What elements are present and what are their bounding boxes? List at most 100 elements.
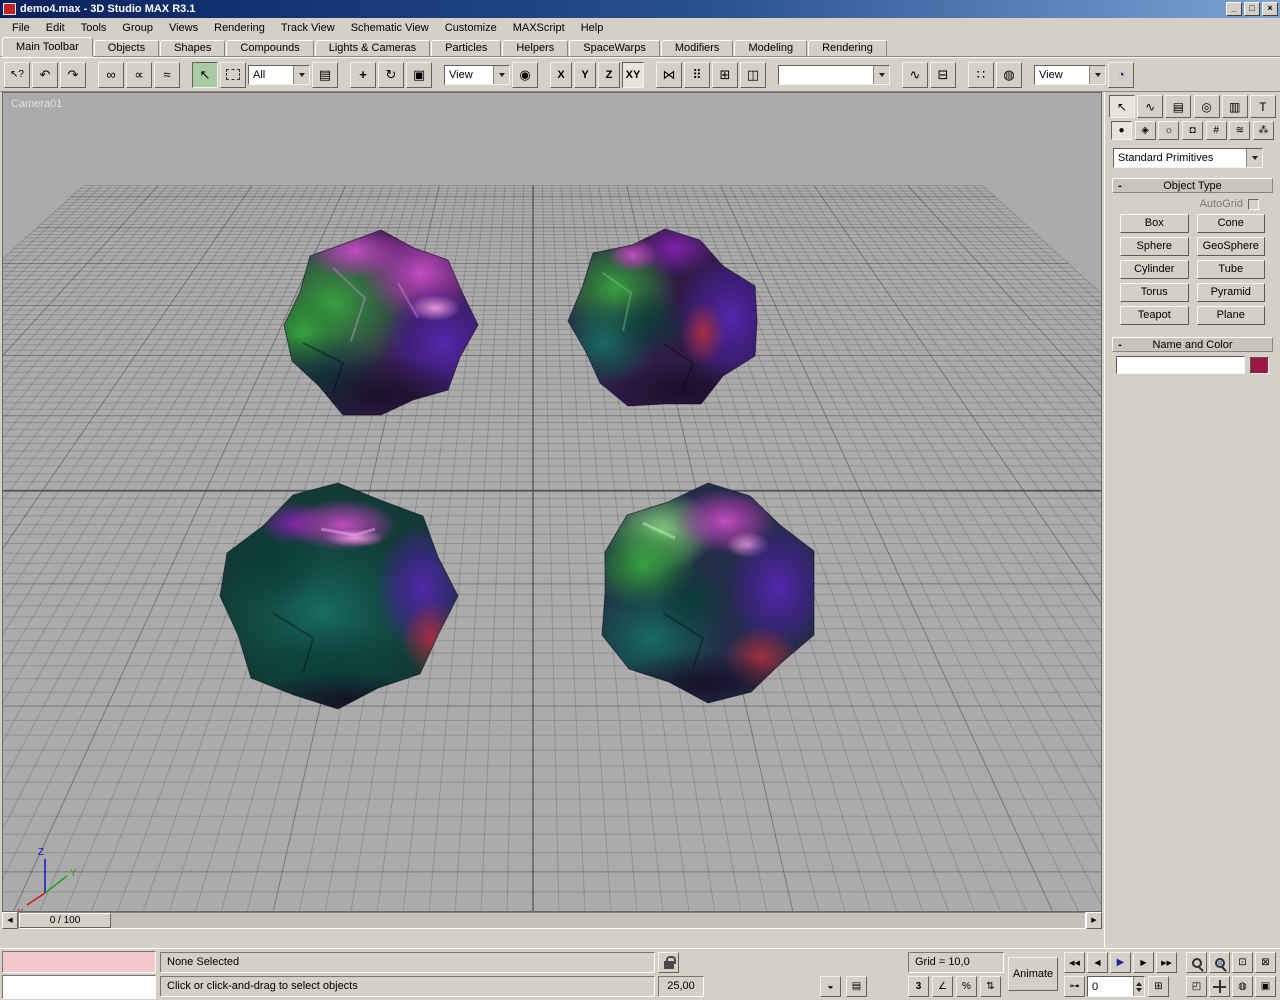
render-type-arrow[interactable]	[1089, 65, 1105, 84]
menu-file[interactable]: File	[4, 19, 38, 37]
create-cone-button[interactable]: Cone	[1196, 214, 1265, 233]
category-helpers-button[interactable]: #	[1205, 121, 1227, 140]
animate-button[interactable]: Animate	[1008, 957, 1058, 991]
go-to-start-button[interactable]: ◀◀	[1064, 952, 1085, 973]
scene-object-rock-4[interactable]	[576, 478, 830, 715]
menu-maxscript[interactable]: MAXScript	[505, 19, 573, 37]
tab-particles[interactable]: Particles	[431, 40, 502, 56]
create-tube-button[interactable]: Tube	[1196, 260, 1265, 279]
zoom-extents-button[interactable]: ⊡	[1232, 952, 1253, 973]
percent-snap-button[interactable]: %	[956, 976, 977, 997]
current-frame-field[interactable]: 0	[1087, 976, 1145, 997]
restrict-x-button[interactable]: X	[550, 61, 572, 88]
tab-motion[interactable]: ◎	[1193, 95, 1220, 118]
region-zoom-button[interactable]: ◰	[1186, 976, 1207, 997]
time-slider-handle[interactable]: 0 / 100	[19, 913, 111, 928]
named-selection-dropdown[interactable]	[778, 64, 890, 85]
render-type-dropdown[interactable]: View	[1034, 64, 1106, 85]
render-last-button[interactable]: ◔	[1108, 61, 1134, 88]
use-pivot-center-button[interactable]: ◉	[512, 61, 538, 88]
coordinate-display-field[interactable]: 25,00	[658, 976, 704, 997]
time-slider-next-button[interactable]: ▶	[1086, 912, 1102, 929]
category-spacewarps-button[interactable]: ≋	[1229, 121, 1251, 140]
restrict-y-button[interactable]: Y	[574, 61, 596, 88]
tab-compounds[interactable]: Compounds	[226, 40, 314, 56]
selection-region-button[interactable]	[220, 61, 246, 88]
time-tags-button[interactable]: ▤	[846, 976, 867, 997]
menu-track-view[interactable]: Track View	[273, 19, 343, 37]
time-configuration-button[interactable]: ⊞	[1148, 976, 1169, 997]
create-cylinder-button[interactable]: Cylinder	[1120, 260, 1189, 279]
named-selection-arrow[interactable]	[873, 65, 889, 84]
menu-schematic-view[interactable]: Schematic View	[343, 19, 437, 37]
zoom-extents-all-button[interactable]: ⊠	[1255, 952, 1276, 973]
category-systems-button[interactable]: ⁂	[1252, 121, 1274, 140]
select-and-link-button[interactable]: ∞	[98, 61, 124, 88]
open-track-view-button[interactable]: ∿	[902, 61, 928, 88]
object-color-swatch[interactable]	[1250, 356, 1269, 374]
tab-lights-cameras[interactable]: Lights & Cameras	[314, 40, 431, 56]
create-sphere-button[interactable]: Sphere	[1120, 237, 1189, 256]
key-mode-button[interactable]: ⊶	[1064, 976, 1085, 997]
frame-spinner[interactable]	[1133, 977, 1144, 996]
viewport-label[interactable]: Camera01	[11, 98, 62, 110]
redo-button[interactable]: ↷	[60, 61, 86, 88]
spinner-snap-button[interactable]: ⇅	[980, 976, 1001, 997]
menu-group[interactable]: Group	[114, 19, 161, 37]
coordinate-system-dropdown[interactable]: View	[444, 64, 510, 85]
category-cameras-button[interactable]: ◘	[1181, 121, 1203, 140]
open-schematic-view-button[interactable]: ⊟	[930, 61, 956, 88]
bind-to-spacewarp-button[interactable]: ≈	[154, 61, 180, 88]
primitive-category-dropdown[interactable]: Standard Primitives	[1113, 148, 1263, 168]
restrict-xy-plane-button[interactable]: XY	[622, 61, 644, 88]
tab-modifiers[interactable]: Modifiers	[660, 40, 734, 56]
menu-views[interactable]: Views	[161, 19, 206, 37]
time-slider-prev-button[interactable]: ◀	[2, 912, 18, 929]
selection-filter-arrow[interactable]	[293, 65, 309, 84]
pan-button[interactable]	[1209, 976, 1230, 997]
selection-lock-button[interactable]	[658, 952, 679, 973]
zoom-all-button[interactable]	[1209, 952, 1230, 973]
autogrid-checkbox[interactable]	[1248, 198, 1259, 210]
play-button[interactable]: ▶	[1110, 952, 1131, 973]
category-geometry-button[interactable]: ●	[1111, 121, 1132, 140]
tab-modify[interactable]: ∿	[1137, 95, 1164, 118]
previous-frame-button[interactable]: ◀	[1087, 952, 1108, 973]
create-plane-button[interactable]: Plane	[1196, 306, 1265, 325]
tab-create[interactable]: ↖	[1109, 95, 1135, 118]
tab-hierarchy[interactable]: ▤	[1165, 95, 1192, 118]
snap-3d-button[interactable]: 3	[908, 976, 929, 997]
tab-display[interactable]: ▥	[1221, 95, 1248, 118]
create-teapot-button[interactable]: Teapot	[1120, 306, 1189, 325]
menu-edit[interactable]: Edit	[38, 19, 73, 37]
zoom-button[interactable]	[1186, 952, 1207, 973]
tab-shapes[interactable]: Shapes	[160, 40, 226, 56]
maxscript-listener-macro[interactable]	[2, 951, 156, 973]
category-shapes-button[interactable]: ◈	[1134, 121, 1156, 140]
tab-modeling[interactable]: Modeling	[734, 40, 808, 56]
menu-help[interactable]: Help	[573, 19, 612, 37]
maxscript-listener-input[interactable]	[2, 975, 156, 999]
restrict-z-button[interactable]: Z	[598, 61, 620, 88]
app-icon[interactable]	[3, 3, 16, 15]
tab-objects[interactable]: Objects	[93, 40, 160, 56]
next-frame-button[interactable]: ▶	[1133, 952, 1154, 973]
tab-helpers[interactable]: Helpers	[502, 40, 569, 56]
select-and-scale-button[interactable]: ▣	[406, 61, 432, 88]
rollout-name-color-header[interactable]: - Name and Color	[1112, 337, 1273, 352]
primitive-category-arrow[interactable]	[1246, 149, 1262, 167]
undo-button[interactable]: ↶	[32, 61, 58, 88]
snapshot-button[interactable]: ◫	[740, 61, 766, 88]
maximize-button[interactable]: □	[1244, 2, 1260, 16]
create-pyramid-button[interactable]: Pyramid	[1196, 283, 1265, 302]
unlink-selection-button[interactable]: ∝	[126, 61, 152, 88]
create-box-button[interactable]: Box	[1120, 214, 1189, 233]
menu-rendering[interactable]: Rendering	[206, 19, 273, 37]
menu-tools[interactable]: Tools	[73, 19, 115, 37]
coordinate-system-arrow[interactable]	[493, 65, 509, 84]
align-button[interactable]: ⊞	[712, 61, 738, 88]
menu-customize[interactable]: Customize	[437, 19, 505, 37]
select-and-rotate-button[interactable]: ↻	[378, 61, 404, 88]
select-and-move-button[interactable]: +	[350, 61, 376, 88]
degradation-override-button[interactable]: ◒	[820, 976, 841, 997]
